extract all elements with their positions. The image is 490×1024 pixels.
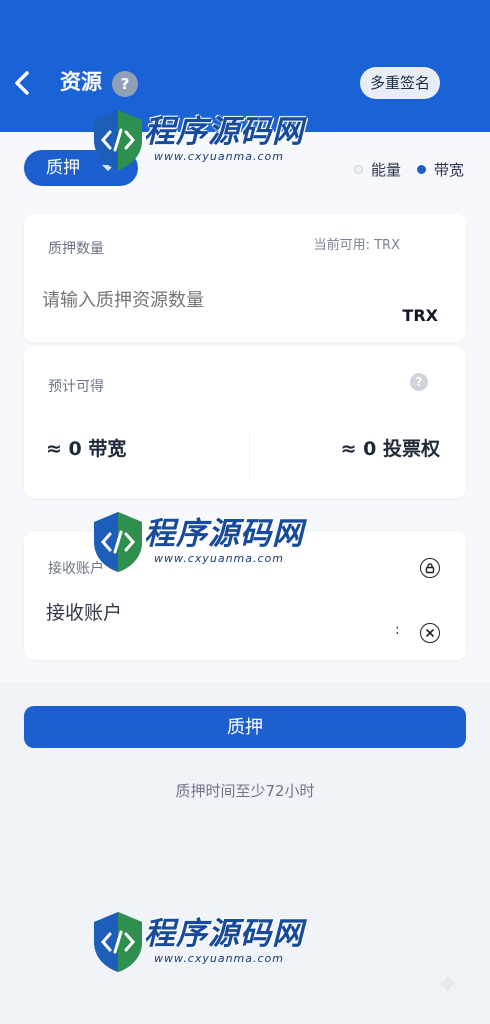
radio-energy-indicator xyxy=(353,164,363,174)
watermark-url: www.cxyuanma.com xyxy=(154,952,284,965)
watermark-brand: 程序源码网 xyxy=(144,114,304,150)
radio-bandwidth[interactable]: 带宽 xyxy=(416,159,464,180)
radio-energy-label: 能量 xyxy=(370,160,401,179)
stake-amount-label: 质押数量 xyxy=(48,241,104,257)
lock-contact-icon xyxy=(425,563,435,574)
estimate-card xyxy=(24,346,466,498)
receiver-input[interactable]: 接收账户 xyxy=(46,598,122,625)
chevron-left-icon xyxy=(15,71,29,95)
estimated-votes: ≈ 0 投票权 xyxy=(340,438,440,460)
available-balance: 当前可用: TRX xyxy=(313,238,400,253)
help-icon[interactable]: ? xyxy=(112,71,138,97)
multisig-button[interactable]: 多重签名 xyxy=(359,67,440,99)
stake-duration-note: 质押时间至少72小时 xyxy=(175,782,315,800)
resource-type-selector: 能量 带宽 xyxy=(353,156,464,182)
watermark: 程序源码网 www.cxyuanma.com xyxy=(88,96,318,190)
watermark-url: www.cxyuanma.com xyxy=(154,552,284,565)
watermark-url: www.cxyuanma.com xyxy=(154,150,284,163)
watermark: 程序源码网 www.cxyuanma.com xyxy=(88,498,318,592)
amount-unit: TRX xyxy=(402,306,438,325)
watermark-brand: 程序源码网 xyxy=(144,516,304,552)
code-shield-logo-icon xyxy=(94,110,142,170)
estimated-bandwidth: ≈ 0 带宽 xyxy=(46,438,127,460)
stake-mode-label: 质押 xyxy=(46,158,80,178)
code-shield-logo-icon xyxy=(94,512,142,572)
estimate-help-icon[interactable]: ? xyxy=(410,373,428,391)
estimate-divider xyxy=(249,432,250,480)
clear-button[interactable] xyxy=(420,623,440,643)
address-book-button[interactable] xyxy=(420,558,440,578)
stake-submit-button[interactable]: 质押 xyxy=(24,706,466,748)
close-icon xyxy=(426,629,434,637)
resource-page: 资源 ? 多重签名 质押 能量 带宽 质押数量 当前可用: TRX TRX 预计… xyxy=(0,0,490,1024)
sparkle-icon: ✦ xyxy=(436,968,460,1001)
code-shield-logo-icon xyxy=(94,912,142,972)
page-title: 资源 xyxy=(60,70,102,94)
back-button[interactable] xyxy=(8,66,36,100)
estimate-label: 预计可得 xyxy=(48,379,104,395)
radio-bandwidth-label: 带宽 xyxy=(433,160,464,179)
receiver-separator: : xyxy=(395,622,400,638)
watermark-brand: 程序源码网 xyxy=(144,916,304,952)
radio-energy[interactable]: 能量 xyxy=(353,159,401,180)
watermark: 程序源码网 www.cxyuanma.com xyxy=(88,898,318,992)
radio-bandwidth-indicator xyxy=(416,164,426,174)
stake-amount-input[interactable] xyxy=(42,290,372,311)
